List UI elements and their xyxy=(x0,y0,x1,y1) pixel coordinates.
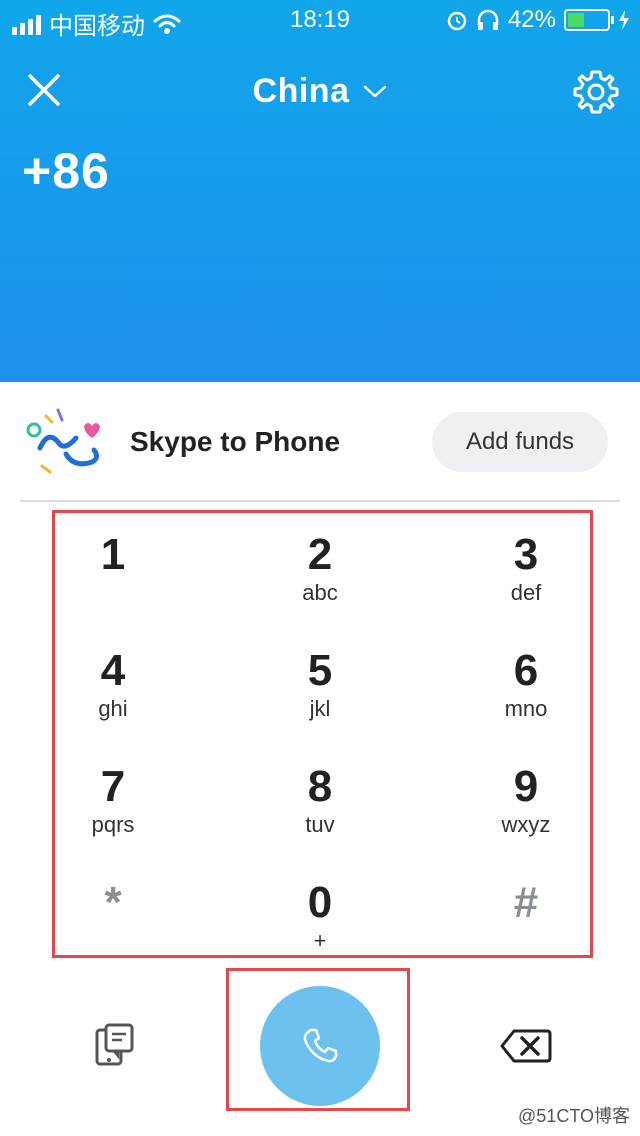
phone-icon xyxy=(303,1028,338,1063)
key-digit: 9 xyxy=(513,762,539,811)
backspace-button[interactable] xyxy=(500,1028,552,1064)
keypad-key-hash[interactable]: # xyxy=(446,878,606,988)
alarm-icon xyxy=(447,11,467,31)
close-icon xyxy=(28,74,60,106)
dialer-header: 中国移动 18:19 42% China +86 xyxy=(0,0,640,382)
country-selector-row: China xyxy=(0,72,640,111)
close-button[interactable] xyxy=(24,70,64,110)
promo-title: Skype to Phone xyxy=(130,426,341,457)
settings-button[interactable] xyxy=(572,68,620,116)
key-letters: def xyxy=(510,580,542,605)
charging-icon xyxy=(619,10,629,30)
gear-icon xyxy=(573,70,619,114)
keypad-key-9[interactable]: 9 wxyz xyxy=(446,762,606,872)
watermark: @51CTO博客 xyxy=(518,1106,630,1126)
status-bar: 中国移动 18:19 42% xyxy=(0,0,640,40)
headphones-icon xyxy=(477,9,499,30)
key-letters: tuv xyxy=(305,812,335,837)
contacts-button[interactable] xyxy=(94,1022,136,1068)
key-digit: 4 xyxy=(100,646,126,695)
keypad-key-6[interactable]: 6 mno xyxy=(446,646,606,756)
keypad-key-8[interactable]: 8 tuv xyxy=(240,762,400,872)
keypad-key-5[interactable]: 5 jkl xyxy=(240,646,400,756)
keypad-key-star[interactable]: * xyxy=(33,878,193,988)
keypad-key-7[interactable]: 7 pqrs xyxy=(33,762,193,872)
key-letters: ghi xyxy=(98,696,128,721)
key-digit: 6 xyxy=(513,646,539,695)
divider xyxy=(20,500,620,502)
key-digit: 2 xyxy=(307,530,333,579)
key-letters: pqrs xyxy=(91,812,135,837)
keypad-key-1[interactable]: 1 xyxy=(33,530,193,640)
call-button[interactable] xyxy=(260,986,380,1106)
skype-to-phone-logo xyxy=(26,408,100,474)
key-digit: 5 xyxy=(307,646,333,695)
backspace-icon xyxy=(500,1029,552,1063)
chevron-down-icon xyxy=(364,85,387,97)
key-digit: 7 xyxy=(100,762,126,811)
keypad-key-2[interactable]: 2 abc xyxy=(240,530,400,640)
skype-to-phone-bar: Skype to Phone Add funds xyxy=(0,382,640,502)
status-right: 42% xyxy=(446,6,630,34)
key-digit: * xyxy=(104,878,122,927)
contacts-icon xyxy=(95,1023,134,1066)
battery-icon xyxy=(564,9,614,31)
add-funds-button[interactable]: Add funds xyxy=(432,412,608,472)
keypad-key-3[interactable]: 3 def xyxy=(446,530,606,640)
key-digit: 8 xyxy=(307,762,333,811)
key-digit: # xyxy=(513,878,539,927)
key-letters: + xyxy=(313,928,327,953)
key-letters: mno xyxy=(504,696,548,721)
key-letters: jkl xyxy=(309,696,331,721)
key-letters: wxyz xyxy=(501,812,551,837)
country-name: China xyxy=(252,72,350,110)
dialed-number[interactable]: +86 xyxy=(22,142,110,200)
country-selector[interactable]: China xyxy=(253,72,388,111)
key-letters: abc xyxy=(302,580,338,605)
key-digit: 1 xyxy=(100,530,126,579)
key-digit: 0 xyxy=(307,878,333,927)
key-digit: 3 xyxy=(513,530,539,579)
battery-percent: 42% xyxy=(507,6,556,33)
keypad-key-4[interactable]: 4 ghi xyxy=(33,646,193,756)
